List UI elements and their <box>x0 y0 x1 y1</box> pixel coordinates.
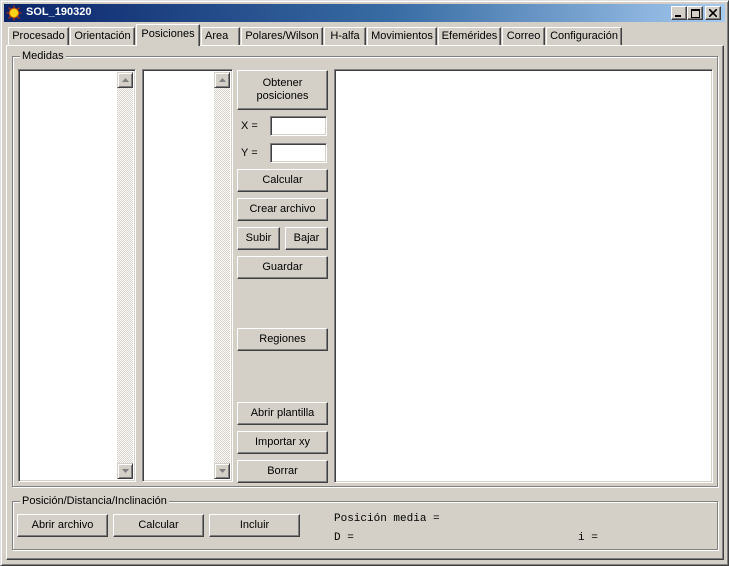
tab-movimientos[interactable]: Movimientos <box>367 27 437 45</box>
tab-posiciones[interactable]: Posiciones <box>136 24 200 46</box>
pdi-calcular-button[interactable]: Calcular <box>113 514 204 537</box>
scroll-down-button[interactable] <box>214 463 230 479</box>
window-title: SOL_190320 <box>26 6 92 18</box>
importar-xy-button[interactable]: Importar xy <box>237 431 328 454</box>
tab-orientacion[interactable]: Orientación <box>70 27 135 45</box>
obtener-posiciones-button[interactable]: Obtener posiciones <box>237 70 328 110</box>
minimize-button[interactable] <box>671 6 687 20</box>
x-label: X = <box>241 120 258 132</box>
positions-list[interactable] <box>142 69 233 482</box>
tab-area[interactable]: Area <box>201 27 240 45</box>
abrir-archivo-button[interactable]: Abrir archivo <box>17 514 108 537</box>
bajar-button[interactable]: Bajar <box>285 227 328 250</box>
sun-icon <box>6 5 22 21</box>
d-label: D = <box>334 532 354 544</box>
tab-efemerides[interactable]: Efemérides <box>438 27 501 45</box>
scroll-down-button[interactable] <box>117 463 133 479</box>
scroll-up-button[interactable] <box>214 72 230 88</box>
arrow-down-icon <box>219 469 226 473</box>
tab-correo[interactable]: Correo <box>502 27 545 45</box>
scroll-up-button[interactable] <box>117 72 133 88</box>
incluir-button[interactable]: Incluir <box>209 514 300 537</box>
crear-archivo-button[interactable]: Crear archivo <box>237 198 328 221</box>
arrow-up-icon <box>219 78 226 82</box>
pdi-legend: Posición/Distancia/Inclinación <box>20 495 169 507</box>
x-field[interactable] <box>270 116 327 136</box>
y-field[interactable] <box>270 143 327 163</box>
regiones-button[interactable]: Regiones <box>237 328 328 351</box>
calcular-button[interactable]: Calcular <box>237 169 328 192</box>
measurements-list-scrollbar[interactable] <box>117 72 133 479</box>
maximize-button[interactable] <box>687 6 703 20</box>
posicion-media-label: Posición media = <box>334 513 440 525</box>
guardar-button[interactable]: Guardar <box>237 256 328 279</box>
image-display-area[interactable] <box>334 69 713 483</box>
close-button[interactable] <box>705 6 721 20</box>
tab-configuracion[interactable]: Configuración <box>546 27 622 45</box>
borrar-button[interactable]: Borrar <box>237 460 328 483</box>
close-icon <box>709 9 717 17</box>
maximize-icon <box>691 9 700 18</box>
minimize-icon <box>675 15 681 17</box>
tab-procesado[interactable]: Procesado <box>8 27 69 45</box>
title-bar[interactable]: SOL_190320 <box>4 4 725 22</box>
i-label: i = <box>578 532 598 544</box>
tab-h-alfa[interactable]: H-alfa <box>324 27 366 45</box>
tab-polares-wilson[interactable]: Polares/Wilson <box>241 27 323 45</box>
main-window: SOL_190320 Procesado Orientación Posicio… <box>0 0 729 566</box>
positions-list-scrollbar[interactable] <box>214 72 230 479</box>
medidas-legend: Medidas <box>20 50 66 62</box>
abrir-plantilla-button[interactable]: Abrir plantilla <box>237 402 328 425</box>
arrow-down-icon <box>122 469 129 473</box>
subir-button[interactable]: Subir <box>237 227 280 250</box>
y-label: Y = <box>241 147 258 159</box>
arrow-up-icon <box>122 78 129 82</box>
measurements-list[interactable] <box>18 69 136 482</box>
